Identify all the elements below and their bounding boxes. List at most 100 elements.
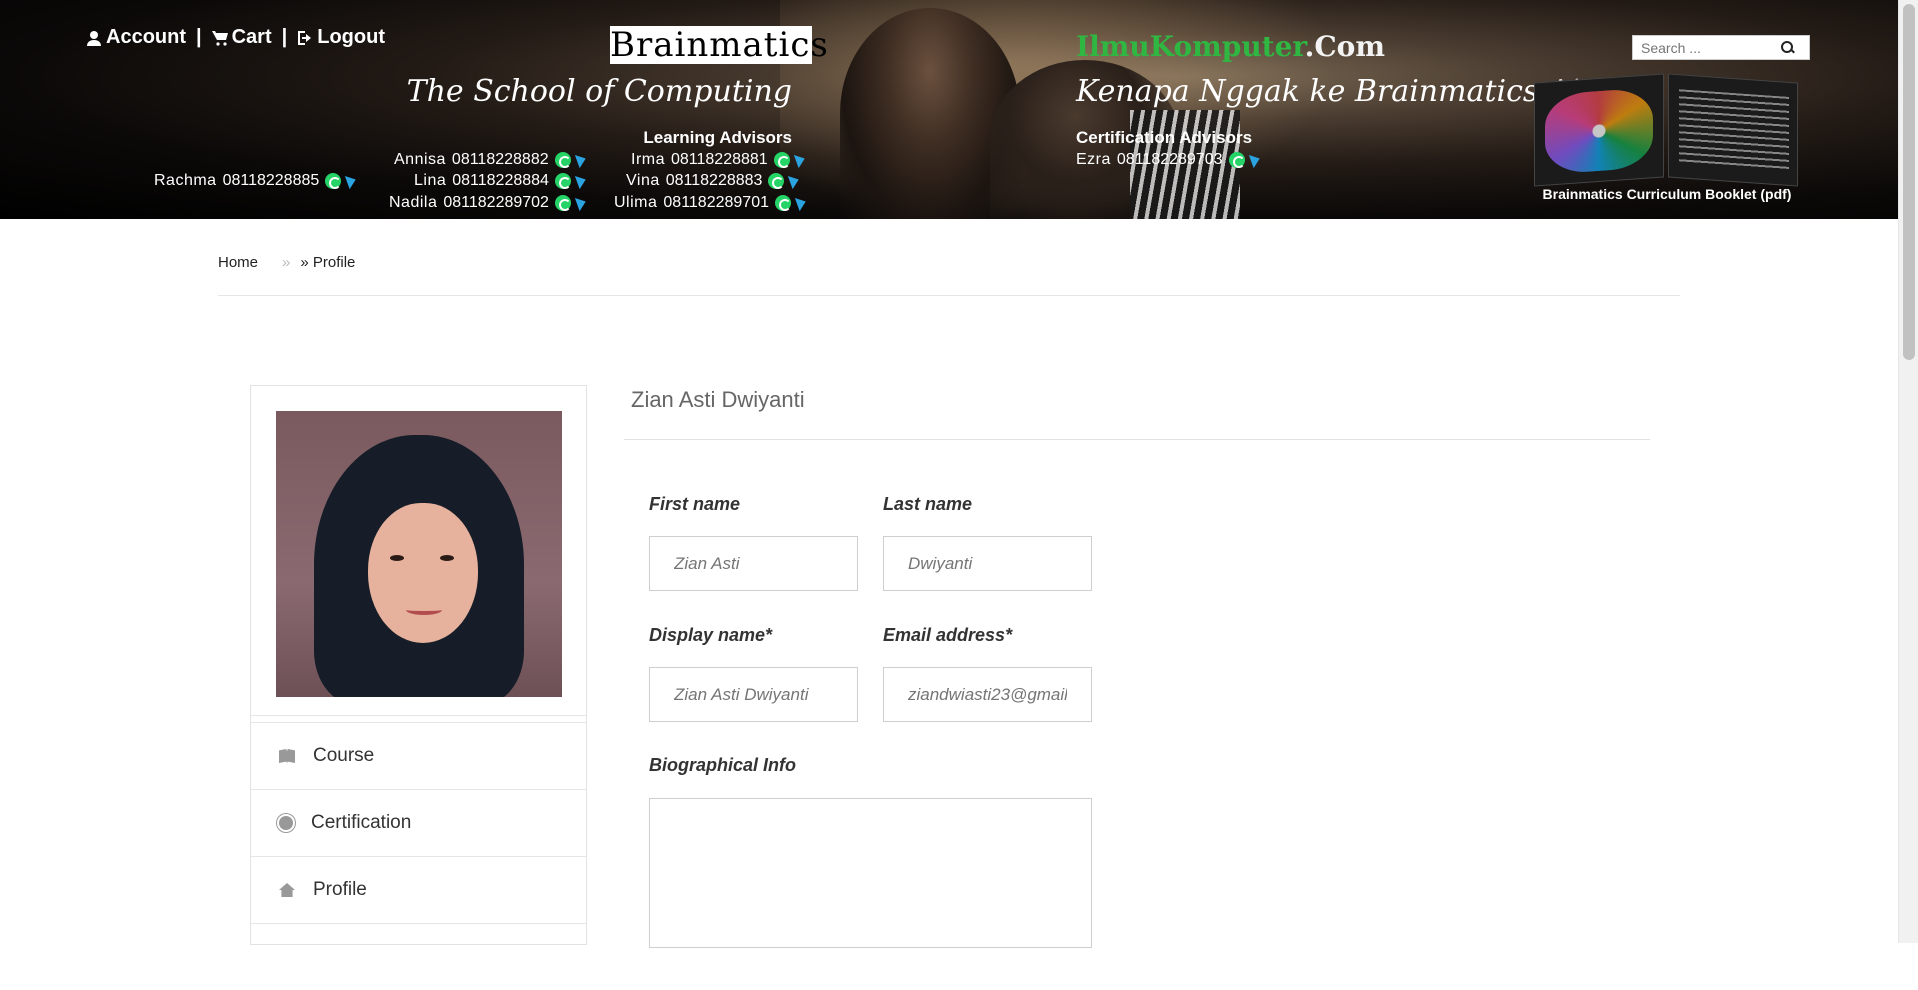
- telegram-icon[interactable]: [574, 172, 589, 190]
- email-field[interactable]: [883, 667, 1092, 722]
- whatsapp-icon[interactable]: [554, 152, 571, 168]
- email-label: Email address*: [883, 625, 1013, 645]
- search-box: [1632, 35, 1810, 60]
- telegram-icon[interactable]: [574, 194, 589, 212]
- whatsapp-icon[interactable]: [325, 173, 342, 189]
- advisor-phone: 081182289701: [663, 194, 769, 211]
- brainmatics-logo[interactable]: Brainmatics: [610, 26, 828, 64]
- bio-textarea[interactable]: [649, 798, 1092, 948]
- whatsapp-icon[interactable]: [773, 152, 790, 168]
- curriculum-booklet-image[interactable]: [1534, 73, 1800, 187]
- advisor-contact: Nadila 081182289702: [389, 194, 589, 212]
- advisor-contact: Annisa 08118228882: [394, 151, 588, 169]
- profile-name-heading: Zian Asti Dwiyanti: [631, 387, 805, 412]
- booklet-page-right: [1668, 73, 1798, 187]
- ilmukomputer-logo[interactable]: IlmuKomputer.Com: [1076, 30, 1385, 63]
- last-name-field[interactable]: [883, 536, 1092, 591]
- page-scrollbar[interactable]: [1898, 0, 1918, 943]
- advisor-name: Nadila: [389, 194, 438, 211]
- whatsapp-icon[interactable]: [554, 173, 571, 189]
- sidebar-item-label: Profile: [313, 879, 367, 900]
- learning-advisors-title: Learning Advisors: [643, 128, 792, 147]
- breadcrumb-home[interactable]: Home: [218, 254, 258, 271]
- advisor-name: Irma: [631, 151, 665, 168]
- partner-tagline: Kenapa Nggak ke Brainmatics Aja?: [1076, 74, 1613, 109]
- advisor-phone: 08118228883: [665, 172, 763, 189]
- first-name-label: First name: [649, 494, 741, 514]
- booklet-caption[interactable]: Brainmatics Curriculum Booklet (pdf): [1534, 186, 1800, 202]
- advisor-phone: 08118228882: [451, 151, 549, 168]
- nav-separator: |: [281, 26, 288, 48]
- booklet-mindmap: [1545, 87, 1653, 175]
- avatar-mouth: [406, 605, 442, 615]
- bio-label: Biographical Info: [649, 755, 797, 775]
- logout-link[interactable]: Logout: [297, 26, 385, 49]
- advisor-contact: Lina 08118228884: [414, 172, 589, 190]
- logout-link-label: Logout: [317, 26, 385, 48]
- certification-advisors-title: Certification Advisors: [1076, 128, 1253, 147]
- profile-heading-divider: [624, 439, 1650, 440]
- sidebar-menu: Course Certification Profile: [251, 722, 586, 990]
- brand-tagline: The School of Computing: [406, 74, 792, 109]
- advisor-name: Ulima: [614, 194, 658, 211]
- breadcrumb: Home » » Profile: [218, 254, 355, 271]
- booklet-table: [1679, 89, 1789, 173]
- whatsapp-icon[interactable]: [774, 195, 791, 211]
- sidebar-item-label: Certification: [311, 812, 412, 833]
- advisor-name: Vina: [626, 172, 660, 189]
- avatar-face: [368, 503, 478, 643]
- telegram-icon[interactable]: [574, 151, 588, 169]
- account-link[interactable]: Account: [86, 26, 186, 49]
- advisor-phone: 08118228884: [452, 172, 549, 189]
- breadcrumb-separator: »: [282, 254, 291, 271]
- book-icon: [279, 749, 295, 763]
- avatar-eye: [390, 555, 404, 561]
- nav-separator: |: [196, 26, 202, 48]
- header-banner: Account | Cart | Logout Brainmatics The …: [0, 0, 1898, 219]
- advisor-name: Rachma: [154, 172, 217, 189]
- advisor-contact: Ezra 081182289703: [1076, 151, 1262, 169]
- cart-link-label: Cart: [231, 26, 272, 48]
- advisor-phone: 08118228885: [222, 172, 320, 189]
- last-name-label: Last name: [883, 494, 973, 514]
- cart-link[interactable]: Cart: [211, 26, 272, 49]
- whatsapp-icon[interactable]: [554, 195, 571, 211]
- account-link-label: Account: [106, 26, 186, 48]
- booklet-page-left: [1534, 73, 1664, 187]
- sidebar-item-next[interactable]: [251, 923, 586, 990]
- avatar-eye: [440, 555, 454, 561]
- sidebar-item-label: Course: [313, 745, 375, 766]
- display-name-label: Display name*: [649, 625, 773, 645]
- account-nav: Account | Cart | Logout: [86, 26, 385, 49]
- whatsapp-icon[interactable]: [1228, 152, 1245, 168]
- sidebar-item-course[interactable]: Course: [251, 722, 586, 789]
- telegram-icon[interactable]: [345, 172, 359, 190]
- breadcrumb-current: » Profile: [300, 254, 356, 271]
- breadcrumb-divider: [218, 295, 1680, 296]
- advisor-name: Annisa: [394, 151, 446, 168]
- advisor-name: Lina: [414, 172, 447, 189]
- user-icon: [87, 30, 101, 46]
- advisor-phone: 081182289702: [443, 194, 549, 211]
- home-icon: [279, 883, 295, 897]
- certificate-icon: [279, 816, 293, 830]
- advisor-phone: 08118228881: [671, 151, 768, 168]
- sidebar-item-certification[interactable]: Certification: [251, 789, 586, 856]
- sidebar-item-profile[interactable]: Profile: [251, 856, 586, 923]
- ilmukomputer-logo-tld: .Com: [1304, 30, 1385, 63]
- advisor-contact: Ulima 081182289701: [614, 194, 809, 212]
- search-input[interactable]: [1633, 39, 1781, 56]
- first-name-field[interactable]: [649, 536, 858, 591]
- display-name-field[interactable]: [649, 667, 858, 722]
- search-icon[interactable]: [1781, 40, 1795, 55]
- advisor-phone: 081182289703: [1116, 151, 1223, 168]
- ilmukomputer-logo-name: IlmuKomputer: [1076, 30, 1305, 63]
- avatar: [276, 411, 562, 697]
- advisor-contact: Vina 08118228883: [626, 172, 802, 190]
- cart-icon: [211, 30, 228, 46]
- whatsapp-icon[interactable]: [768, 173, 785, 189]
- logout-icon: [298, 30, 312, 45]
- scrollbar-thumb[interactable]: [1903, 4, 1915, 360]
- profile-sidebar-card: Course Certification Profile: [250, 385, 587, 945]
- advisor-contact: Irma 08118228881: [631, 151, 807, 169]
